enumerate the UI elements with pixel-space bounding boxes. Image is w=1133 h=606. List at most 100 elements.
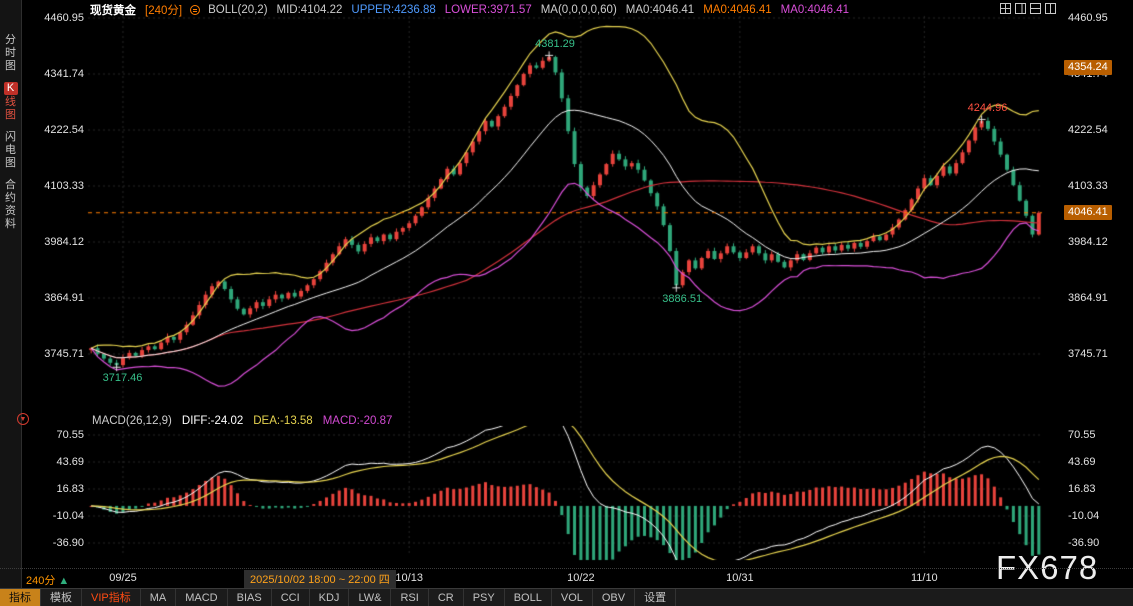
tab-bias[interactable]: BIAS bbox=[228, 589, 272, 606]
tab-vip-indicator[interactable]: VIP指标 bbox=[82, 589, 141, 606]
sidebar-char: 约 bbox=[0, 192, 21, 205]
price-tick-right: 4103.33 bbox=[1068, 180, 1108, 192]
price-tick-left: 4103.33 bbox=[26, 180, 84, 192]
layout-split-vertical-icon[interactable] bbox=[1045, 3, 1056, 14]
boll-mid-value: MID:4104.22 bbox=[277, 4, 343, 16]
indicator-values-group: BOLL(20,2) MID:4104.22 UPPER:4236.88 LOWER:… bbox=[208, 4, 849, 16]
layout-split-right-icon[interactable] bbox=[1015, 3, 1026, 14]
sidebar-item-intraday[interactable]: 分时图 bbox=[0, 34, 21, 73]
tab-boll[interactable]: BOLL bbox=[505, 589, 552, 606]
sidebar-char: 图 bbox=[0, 60, 21, 73]
sidebar-char: 电 bbox=[0, 144, 21, 157]
dea-value: DEA:-13.58 bbox=[253, 415, 312, 427]
macd-tick-right: 70.55 bbox=[1068, 429, 1096, 441]
macd-tick-left: -10.04 bbox=[26, 510, 84, 522]
tab-cr[interactable]: CR bbox=[429, 589, 464, 606]
tab-lwr[interactable]: LW& bbox=[349, 589, 391, 606]
sidebar-char: 时 bbox=[0, 47, 21, 60]
tab-vol[interactable]: VOL bbox=[552, 589, 593, 606]
time-tick: 09/25 bbox=[109, 572, 137, 584]
macd-value: MACD:-20.87 bbox=[323, 415, 393, 427]
time-axis: 240分▲ 2025/10/02 18:00 ~ 22:00 四 09/25 10… bbox=[0, 568, 1133, 588]
macd-tick-right: -10.04 bbox=[1068, 510, 1099, 522]
macd-tick-left: 43.69 bbox=[26, 456, 84, 468]
layout-icons bbox=[1000, 3, 1056, 14]
ma0-value-2: MA0:4046.41 bbox=[703, 4, 771, 16]
price-tick-left: 3745.71 bbox=[26, 348, 84, 360]
macd-tick-right: 43.69 bbox=[1068, 456, 1096, 468]
boll-label: BOLL(20,2) bbox=[208, 4, 267, 16]
sidebar-item-contract-info[interactable]: 合约资料 bbox=[0, 179, 21, 231]
price-chart-canvas[interactable] bbox=[0, 0, 1133, 606]
tab-cci[interactable]: CCI bbox=[272, 589, 310, 606]
boll-upper-value: UPPER:4236.88 bbox=[351, 4, 435, 16]
macd-info-bar: MACD(26,12,9) DIFF:-24.02 DEA:-13.58 MACD:-… bbox=[92, 415, 392, 427]
left-sidebar: 分时图K线图闪电图合约资料 bbox=[0, 0, 22, 588]
price-tick-right: 3745.71 bbox=[1068, 348, 1108, 360]
last-price-badge: 4046.41 bbox=[1064, 205, 1112, 220]
time-tick: 10/13 bbox=[395, 572, 423, 584]
macd-tick-right: -36.90 bbox=[1068, 537, 1099, 549]
symbol-name: 现货黄金 bbox=[90, 2, 136, 18]
sidebar-char: 合 bbox=[0, 179, 21, 192]
tab-ma[interactable]: MA bbox=[141, 589, 177, 606]
sidebar-char: 分 bbox=[0, 34, 21, 47]
sidebar-char: K bbox=[4, 82, 18, 95]
macd-tick-left: 70.55 bbox=[26, 429, 84, 441]
price-tick-right: 3864.91 bbox=[1068, 292, 1108, 304]
sidebar-char: 线 bbox=[0, 96, 21, 109]
indicator-info-bar: 现货黄金 [240分] BOLL(20,2) MID:4104.22 UPPER:42… bbox=[90, 2, 849, 18]
macd-label: MACD(26,12,9) bbox=[92, 415, 172, 427]
time-tick: 10/31 bbox=[726, 572, 754, 584]
sidebar-char: 闪 bbox=[0, 131, 21, 144]
time-tick: 11/10 bbox=[911, 572, 938, 584]
period-label[interactable]: 240分▲ bbox=[26, 572, 69, 588]
macd-tick-right: 16.83 bbox=[1068, 483, 1096, 495]
layout-grid-icon[interactable] bbox=[1000, 3, 1011, 14]
indicator-tabs: 指标模板VIP指标MAMACDBIASCCIKDJLW&RSICRPSYBOLL… bbox=[0, 588, 1133, 606]
layout-split-horizontal-icon[interactable] bbox=[1030, 3, 1041, 14]
interval-label: [240分] bbox=[145, 2, 182, 18]
upper-band-badge: 4354.24 bbox=[1064, 60, 1112, 75]
sidebar-item-kline[interactable]: K线图 bbox=[0, 82, 21, 122]
period-arrow-icon: ▲ bbox=[58, 575, 69, 587]
macd-pane-toggle-icon[interactable]: ▼ bbox=[17, 413, 29, 425]
tab-psy[interactable]: PSY bbox=[464, 589, 505, 606]
tab-indicator[interactable]: 指标 bbox=[0, 589, 41, 606]
sidebar-item-lightning[interactable]: 闪电图 bbox=[0, 131, 21, 170]
tab-rsi[interactable]: RSI bbox=[391, 589, 428, 606]
time-tick: 10/22 bbox=[567, 572, 595, 584]
tab-kdj[interactable]: KDJ bbox=[310, 589, 350, 606]
price-tick-left: 4460.95 bbox=[26, 12, 84, 24]
candle-time-tooltip: 2025/10/02 18:00 ~ 22:00 四 bbox=[244, 570, 396, 588]
tab-obv[interactable]: OBV bbox=[593, 589, 635, 606]
extreme-label: 4244.96 bbox=[968, 102, 1008, 114]
extreme-label: 4381.29 bbox=[535, 38, 575, 50]
price-tick-left: 4341.74 bbox=[26, 68, 84, 80]
sidebar-char: 图 bbox=[0, 157, 21, 170]
price-tick-right: 3984.12 bbox=[1068, 236, 1108, 248]
sidebar-char: 图 bbox=[0, 109, 21, 122]
price-tick-right: 4222.54 bbox=[1068, 124, 1108, 136]
tab-settings[interactable]: 设置 bbox=[635, 589, 676, 606]
price-tick-left: 4222.54 bbox=[26, 124, 84, 136]
tab-template[interactable]: 模板 bbox=[41, 589, 82, 606]
chart-app: 分时图K线图闪电图合约资料 现货黄金[240分] BOLL(20,2)MID:4… bbox=[0, 0, 1133, 606]
diff-value: DIFF:-24.02 bbox=[182, 415, 243, 427]
ma0-value-1: MA0:4046.41 bbox=[626, 4, 694, 16]
indicator-settings-icon[interactable] bbox=[190, 5, 200, 15]
symbol-group: 现货黄金 [240分] bbox=[90, 2, 182, 18]
macd-tick-left: -36.90 bbox=[26, 537, 84, 549]
extreme-label: 3717.46 bbox=[103, 372, 143, 384]
sidebar-char: 资 bbox=[0, 205, 21, 218]
price-tick-left: 3984.12 bbox=[26, 236, 84, 248]
macd-tick-left: 16.83 bbox=[26, 483, 84, 495]
extreme-label: 3886.51 bbox=[662, 293, 702, 305]
price-tick-right: 4460.95 bbox=[1068, 12, 1108, 24]
ma0-value-3: MA0:4046.41 bbox=[781, 4, 849, 16]
boll-lower-value: LOWER:3971.57 bbox=[445, 4, 532, 16]
period-text: 240分 bbox=[26, 575, 55, 587]
ma-label: MA(0,0,0,0,60) bbox=[541, 4, 617, 16]
sidebar-char: 料 bbox=[0, 218, 21, 231]
tab-macd[interactable]: MACD bbox=[176, 589, 227, 606]
